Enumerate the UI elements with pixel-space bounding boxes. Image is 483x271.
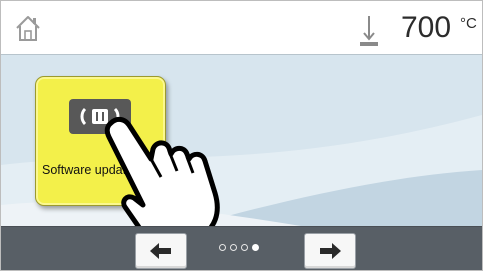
page-dot bbox=[230, 244, 237, 251]
bottom-bar bbox=[1, 226, 482, 270]
temperature-value: 700 bbox=[401, 11, 452, 44]
temperature-unit: °C bbox=[460, 15, 477, 32]
next-page-button[interactable] bbox=[304, 233, 356, 269]
furnace-screen: 700 °C Software update bbox=[0, 0, 483, 271]
menu-area: Software update bbox=[1, 55, 482, 226]
page-dot-active bbox=[252, 244, 259, 251]
home-icon[interactable] bbox=[13, 13, 43, 43]
previous-page-button[interactable] bbox=[135, 233, 187, 269]
page-dot bbox=[219, 244, 226, 251]
page-indicator bbox=[219, 244, 259, 256]
pointing-hand-icon bbox=[103, 115, 243, 226]
thermometer-icon bbox=[356, 14, 382, 47]
arrow-right-icon bbox=[320, 243, 341, 259]
page-dot bbox=[241, 244, 248, 251]
arrow-left-icon bbox=[150, 243, 171, 259]
top-bar: 700 °C bbox=[1, 1, 482, 55]
